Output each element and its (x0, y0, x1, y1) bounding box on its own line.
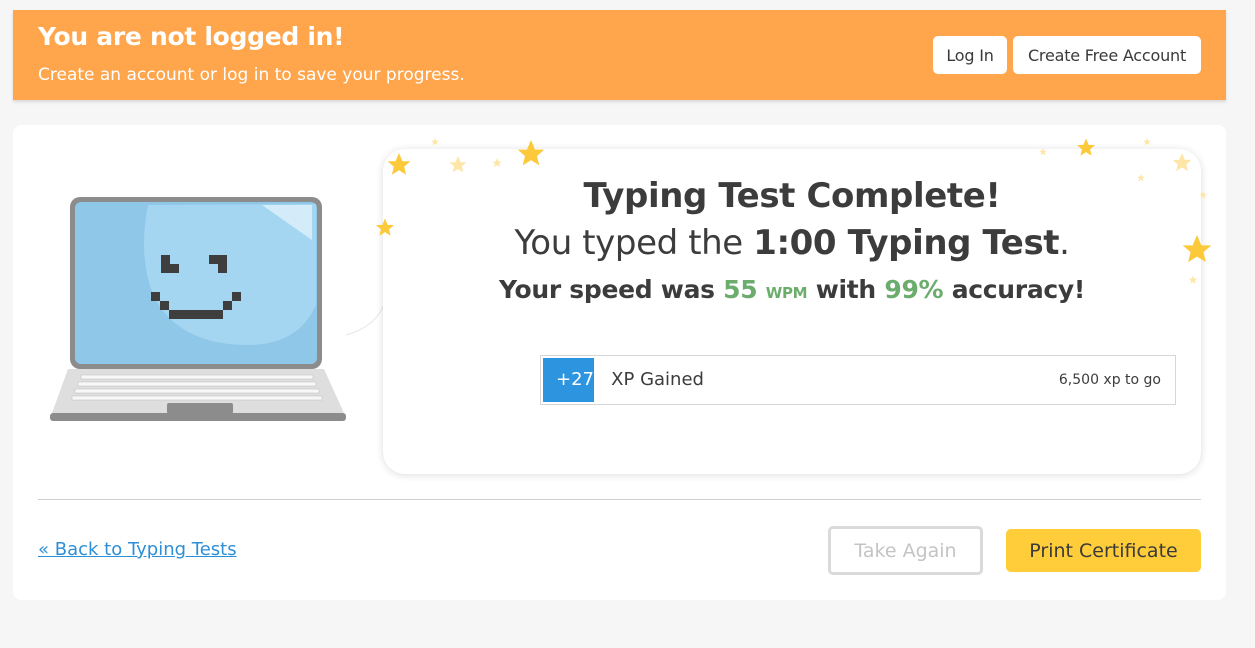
xp-progress-bar: +274 XP Gained 6,500 xp to go (540, 355, 1176, 405)
result-bubble: Typing Test Complete! You typed the 1:00… (383, 149, 1201, 474)
back-to-typing-tests-link[interactable]: « Back to Typing Tests (38, 539, 237, 560)
divider (38, 499, 1201, 500)
star-icon (431, 138, 439, 146)
star-icon (1143, 138, 1151, 146)
create-account-button[interactable]: Create Free Account (1013, 36, 1201, 74)
login-banner: You are not logged in! Create an account… (13, 10, 1226, 100)
result-card: Typing Test Complete! You typed the 1:00… (13, 125, 1226, 600)
print-certificate-button[interactable]: Print Certificate (1006, 529, 1201, 572)
typed-summary: You typed the 1:00 Typing Test. (514, 223, 1070, 263)
wpm-unit: WPM (765, 284, 808, 302)
wpm-value: 55 (723, 275, 758, 304)
login-button[interactable]: Log In (933, 36, 1007, 74)
banner-subtitle: Create an account or log in to save your… (38, 65, 465, 85)
take-again-button[interactable]: Take Again (828, 526, 983, 575)
result-heading: Typing Test Complete! (583, 176, 1001, 216)
accuracy-value: 99% (884, 275, 944, 304)
xp-gained-label: +274 XP Gained (556, 369, 704, 390)
speed-summary: Your speed was 55 WPM with 99% accuracy! (498, 275, 1086, 304)
banner-title: You are not logged in! (38, 22, 345, 51)
xp-to-go: 6,500 xp to go (1058, 372, 1161, 388)
smiling-laptop-icon (50, 197, 346, 421)
